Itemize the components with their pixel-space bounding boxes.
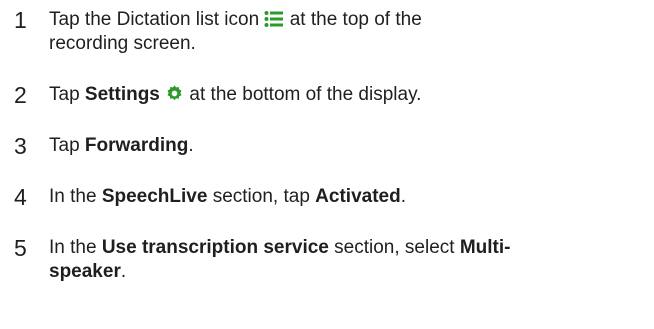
step-text-part: Tap — [49, 135, 85, 156]
step-text: In the SpeechLive section, tap Activated… — [49, 185, 609, 209]
step-text: Tap Settings at the bottom of the displa… — [49, 83, 609, 107]
step-text-part: at the bottom of the display. — [184, 84, 422, 105]
step-text-part: Tap — [49, 84, 85, 105]
step-text-part: section, tap — [207, 186, 316, 207]
instruction-steps: 1 Tap the Dictation list icon at the top… — [0, 0, 654, 329]
step-text-part: . — [188, 135, 194, 156]
dictation-list-icon — [264, 10, 284, 28]
step-text-part: section, select — [328, 237, 460, 258]
step-text: Tap Forwarding. — [49, 134, 609, 158]
multi-speaker-label: Multi- — [459, 237, 511, 258]
step-text-part: . — [120, 261, 127, 282]
step-text: In the Use transcription service section… — [49, 236, 609, 284]
step-number: 3 — [14, 133, 27, 159]
step-text-part: at the top of the — [284, 9, 422, 30]
step-text: Tap the Dictation list icon at the top o… — [49, 8, 609, 56]
step-text-part: Tap the Dictation list icon — [49, 9, 265, 30]
speechlive-label: SpeechLive — [101, 186, 208, 207]
settings-label: Settings — [84, 84, 160, 105]
step-text-part: In the — [49, 186, 102, 207]
step-text-part: recording screen. — [49, 33, 196, 54]
use-transcription-service-label: Use transcription service — [101, 237, 329, 258]
step-number: 1 — [14, 7, 27, 33]
settings-gear-icon — [165, 84, 184, 103]
step-text-part: . — [400, 186, 406, 207]
multi-speaker-label-continued: speaker — [49, 261, 121, 282]
forwarding-label: Forwarding — [84, 135, 189, 156]
step-number: 2 — [14, 82, 27, 108]
step-number: 4 — [14, 184, 27, 210]
activated-label: Activated — [315, 186, 401, 207]
step-number: 5 — [14, 235, 27, 261]
step-text-part: In the — [49, 237, 102, 258]
